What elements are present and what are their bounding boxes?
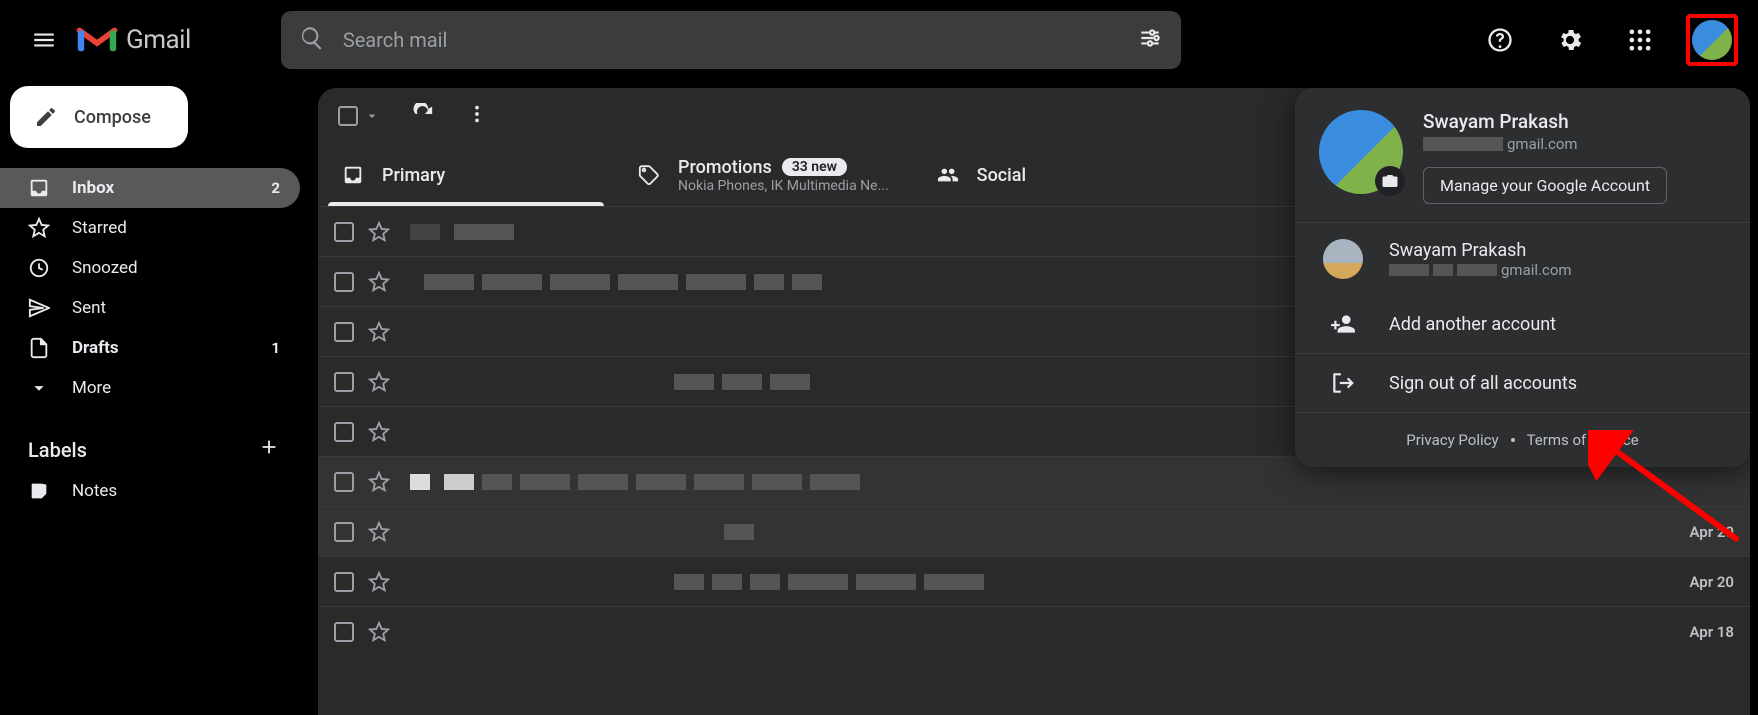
row-checkbox[interactable] (334, 522, 354, 542)
popover-avatar[interactable] (1319, 110, 1403, 194)
refresh-button[interactable] (412, 103, 434, 129)
folder-nav: Inbox 2 Starred Snoozed Sent Drafts 1 Mo… (0, 168, 300, 408)
promotions-badge: 33 new (782, 158, 847, 176)
header-actions (1476, 14, 1738, 66)
star-icon[interactable] (368, 221, 390, 243)
more-actions-button[interactable] (466, 103, 488, 129)
search-input[interactable] (343, 28, 1137, 52)
labels-title: Labels (28, 438, 87, 462)
nav-count: 1 (271, 339, 280, 357)
alt-account-name: Swayam Prakash (1389, 240, 1572, 261)
tab-promotions[interactable]: Promotions 33 new Nokia Phones, IK Multi… (614, 144, 913, 206)
add-account-label: Add another account (1389, 314, 1556, 335)
nav-label: Sent (72, 298, 106, 318)
star-icon[interactable] (368, 521, 390, 543)
sign-out-icon (1323, 370, 1363, 396)
gmail-wordmark: Gmail (126, 25, 191, 55)
nav-count: 2 (271, 179, 280, 197)
tos-link[interactable]: Terms of Service (1527, 431, 1639, 449)
mail-row[interactable]: Apr 20 (318, 506, 1750, 556)
nav-label: Drafts (72, 338, 119, 358)
sign-out-row[interactable]: Sign out of all accounts (1295, 354, 1750, 412)
nav-more[interactable]: More (0, 368, 300, 408)
nav-label: Inbox (72, 178, 114, 198)
switch-account-row[interactable]: Swayam Prakash gmail.com (1295, 223, 1750, 295)
account-name: Swayam Prakash (1423, 110, 1667, 133)
person-add-icon (1323, 311, 1363, 337)
account-popover: Swayam Prakash gmail.com Manage your Goo… (1295, 88, 1750, 467)
nav-inbox[interactable]: Inbox 2 (0, 168, 300, 208)
manage-account-button[interactable]: Manage your Google Account (1423, 167, 1667, 204)
sign-out-label: Sign out of all accounts (1389, 373, 1577, 394)
mail-date: Apr 20 (1689, 523, 1734, 541)
mail-date: Apr 20 (1689, 573, 1734, 591)
gmail-m-icon (76, 24, 118, 56)
popover-header: Swayam Prakash gmail.com Manage your Goo… (1295, 88, 1750, 222)
header: Gmail (0, 0, 1758, 80)
tab-label: Social (977, 165, 1026, 186)
settings-button[interactable] (1546, 16, 1594, 64)
popover-footer: Privacy Policy Terms of Service (1295, 413, 1750, 467)
change-photo-icon[interactable] (1375, 166, 1405, 196)
search-icon (299, 25, 325, 55)
nav-label: Snoozed (72, 258, 138, 278)
alt-account-email: gmail.com (1389, 261, 1572, 279)
nav-starred[interactable]: Starred (0, 208, 300, 248)
row-checkbox[interactable] (334, 322, 354, 342)
star-icon[interactable] (368, 621, 390, 643)
select-all-checkbox[interactable] (338, 106, 380, 126)
compose-label: Compose (74, 107, 151, 128)
nav-drafts[interactable]: Drafts 1 (0, 328, 300, 368)
labels-header: Labels (0, 436, 300, 463)
mail-date: Apr 18 (1689, 623, 1734, 641)
add-label-button[interactable] (258, 436, 280, 463)
privacy-link[interactable]: Privacy Policy (1406, 431, 1498, 449)
alt-avatar (1323, 239, 1363, 279)
tab-label: Primary (382, 165, 445, 186)
row-checkbox[interactable] (334, 572, 354, 592)
label-name: Notes (72, 481, 117, 501)
row-checkbox[interactable] (334, 222, 354, 242)
nav-snoozed[interactable]: Snoozed (0, 248, 300, 288)
support-button[interactable] (1476, 16, 1524, 64)
sidebar: Compose Inbox 2 Starred Snoozed Sent Dra… (0, 80, 300, 511)
star-icon[interactable] (368, 471, 390, 493)
mail-row[interactable]: Apr 20 (318, 556, 1750, 606)
tab-label: Promotions (678, 157, 772, 178)
account-avatar-button[interactable] (1686, 14, 1738, 66)
promotions-sub: Nokia Phones, IK Multimedia Ne... (678, 178, 889, 194)
nav-sent[interactable]: Sent (0, 288, 300, 328)
nav-label: Starred (72, 218, 127, 238)
add-account-row[interactable]: Add another account (1295, 295, 1750, 353)
google-apps-button[interactable] (1616, 16, 1664, 64)
star-icon[interactable] (368, 271, 390, 293)
star-icon[interactable] (368, 421, 390, 443)
star-icon[interactable] (368, 371, 390, 393)
row-checkbox[interactable] (334, 372, 354, 392)
avatar-image (1692, 20, 1732, 60)
main-menu-button[interactable] (20, 16, 68, 64)
label-notes[interactable]: Notes (0, 471, 300, 511)
nav-label: More (72, 378, 111, 398)
account-email: gmail.com (1423, 135, 1667, 153)
star-icon[interactable] (368, 321, 390, 343)
search-bar[interactable] (281, 11, 1181, 69)
row-checkbox[interactable] (334, 422, 354, 442)
row-checkbox[interactable] (334, 472, 354, 492)
tab-social[interactable]: Social (913, 144, 1209, 206)
row-checkbox[interactable] (334, 622, 354, 642)
star-icon[interactable] (368, 571, 390, 593)
search-options-icon[interactable] (1137, 25, 1163, 55)
row-checkbox[interactable] (334, 272, 354, 292)
compose-button[interactable]: Compose (10, 86, 188, 148)
gmail-logo[interactable]: Gmail (76, 24, 191, 56)
tab-primary[interactable]: Primary (318, 144, 614, 206)
mail-row[interactable]: Apr 18 (318, 606, 1750, 656)
